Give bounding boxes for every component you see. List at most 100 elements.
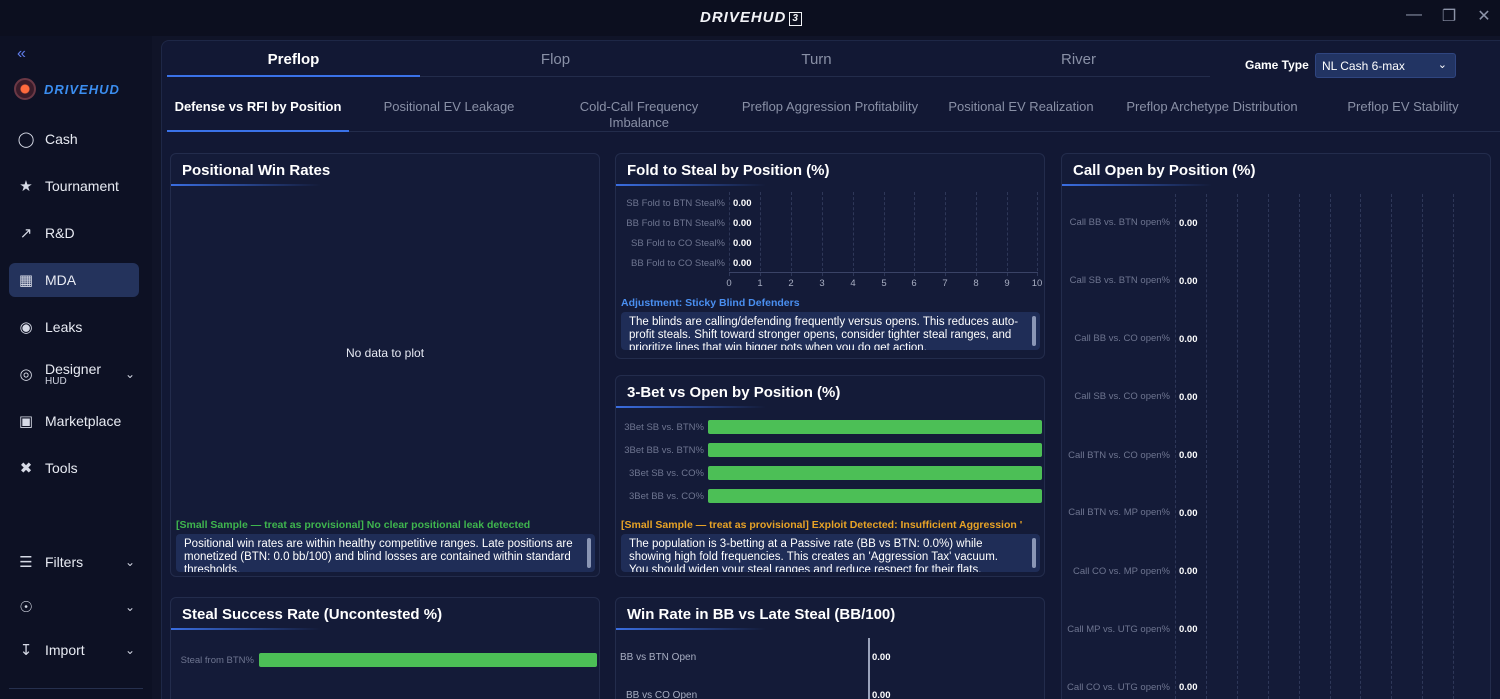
panel-fold-to-steal: Fold to Steal by Position (%) SB Fold to… (615, 153, 1045, 359)
grid-line (760, 192, 761, 276)
axis-tick: 9 (1004, 278, 1010, 289)
scrollbar[interactable] (1032, 316, 1036, 346)
sidebar-item-label: Designer HUD (45, 361, 102, 387)
grid-line (1391, 194, 1392, 699)
sidebar-item-tournament[interactable]: ★ Tournament (9, 169, 139, 203)
panel-title: Fold to Steal by Position (%) (627, 162, 830, 179)
grid-line (1037, 192, 1038, 276)
grid-line (914, 192, 915, 276)
sidebar: « DRIVEHUD ◯ Cash ★ Tournament ↗ R&D ▦ M… (0, 36, 152, 699)
title-underline (616, 184, 766, 186)
grid-line (1330, 194, 1331, 699)
tab-turn[interactable]: Turn (690, 47, 943, 77)
chevron-down-icon[interactable]: ⌄ (125, 555, 135, 569)
axis-tick: 0 (726, 278, 732, 289)
grid-line (976, 192, 977, 276)
restore-icon[interactable]: ❐ (1437, 6, 1461, 26)
tab-flop[interactable]: Flop (429, 47, 682, 77)
axis-tick: 10 (1031, 278, 1043, 289)
sidebar-item-rnd[interactable]: ↗ R&D (9, 216, 139, 250)
sidebar-item-mda[interactable]: ▦ MDA (9, 263, 139, 297)
panel-call-open: Call Open by Position (%) Call BB vs. BT… (1061, 153, 1491, 699)
axis-tick: 8 (973, 278, 979, 289)
collapse-sidebar-icon[interactable]: « (17, 45, 26, 63)
scrollbar[interactable] (587, 538, 591, 568)
sidebar-item-label: Cash (45, 131, 78, 147)
scrollbar[interactable] (1032, 538, 1036, 568)
subtab-positional-ev-realization[interactable]: Positional EV Realization (930, 99, 1112, 115)
row-label: BB vs BTN Open (620, 652, 697, 663)
row-label: BB Fold to CO Steal% (631, 258, 725, 269)
row-value: 0.00 (1179, 218, 1198, 229)
grid-line (1360, 194, 1361, 699)
grid-line (1453, 194, 1454, 699)
sidebar-divider (9, 688, 143, 689)
user-icon: ☉ (19, 599, 33, 616)
grid-line (884, 192, 885, 276)
tab-river[interactable]: River (952, 47, 1205, 77)
title-underline (1062, 184, 1212, 186)
cash-icon: ◯ (17, 131, 35, 148)
insight-text-box[interactable]: The blinds are calling/defending frequen… (621, 312, 1040, 350)
row-value: 0.00 (1179, 450, 1198, 461)
chevron-down-icon: ⌄ (1437, 59, 1447, 71)
sidebar-item-account[interactable]: ☉ ⌄ (9, 590, 139, 624)
row-label: Call CO vs. MP open% (1073, 566, 1170, 577)
axis-tick: 2 (788, 278, 794, 289)
subtab-preflop-aggression[interactable]: Preflop Aggression Profitability (739, 99, 921, 115)
sidebar-item-label: Import (45, 642, 85, 658)
sidebar-item-label: Leaks (45, 319, 83, 335)
row-value: 0.00 (872, 652, 891, 663)
grid-line (1422, 194, 1423, 699)
main-content: Preflop Flop Turn River Game Type NL Cas… (161, 40, 1500, 699)
panel-title: Win Rate in BB vs Late Steal (BB/100) (627, 606, 896, 623)
zero-line (868, 638, 870, 699)
row-label: Steal from BTN% (180, 655, 254, 666)
insight-text-box[interactable]: Positional win rates are within healthy … (176, 534, 595, 572)
insight-text: The blinds are calling/defending frequen… (629, 316, 1019, 350)
row-label: 3Bet SB vs. CO% (629, 468, 704, 479)
filter-icon: ☰ (19, 554, 33, 571)
row-label: Call CO vs. UTG open% (1067, 682, 1170, 693)
sidebar-item-marketplace[interactable]: ▣ Marketplace (9, 404, 139, 438)
close-icon[interactable]: ✕ (1472, 6, 1496, 26)
subtab-preflop-ev-stability[interactable]: Preflop EV Stability (1312, 99, 1494, 115)
row-value: 0.00 (1179, 624, 1198, 635)
panel-3bet-vs-open: 3-Bet vs Open by Position (%) 3Bet SB vs… (615, 375, 1045, 577)
sidebar-item-filters[interactable]: ☰ Filters ⌄ (9, 545, 139, 579)
insight-text-box[interactable]: The population is 3-betting at a Passive… (621, 534, 1040, 572)
logo-mark-icon (14, 78, 36, 100)
panel-title: Call Open by Position (%) (1073, 162, 1256, 179)
insight-note: Adjustment: Sticky Blind Defenders (621, 297, 800, 309)
trophy-icon: ★ (19, 178, 33, 195)
game-type-select[interactable]: NL Cash 6-max ⌄ (1315, 53, 1456, 78)
axis-tick: 3 (819, 278, 825, 289)
subtab-positional-ev-leakage[interactable]: Positional EV Leakage (358, 99, 540, 115)
row-value: 0.00 (872, 690, 891, 699)
sidebar-item-import[interactable]: ↧ Import ⌄ (9, 633, 139, 667)
sidebar-item-leaks[interactable]: ◉ Leaks (9, 310, 139, 344)
subtab-defense-vs-rfi[interactable]: Defense vs RFI by Position (167, 99, 349, 132)
insight-text: Positional win rates are within healthy … (184, 538, 573, 572)
title-underline (171, 184, 321, 186)
sidebar-item-designer-hud[interactable]: ◎ Designer HUD ⌄ (9, 357, 139, 391)
row-label: Call BTN vs. CO open% (1068, 450, 1170, 461)
minimize-icon[interactable]: — (1402, 6, 1426, 24)
sidebar-item-label: Tournament (45, 178, 119, 194)
tab-preflop[interactable]: Preflop (167, 47, 420, 77)
brand-badge: 3 (789, 12, 802, 26)
sidebar-item-sublabel: HUD (45, 376, 67, 387)
row-value: 0.00 (1179, 508, 1198, 519)
import-icon: ↧ (19, 642, 33, 659)
chevron-down-icon[interactable]: ⌄ (125, 600, 135, 614)
sidebar-item-tools[interactable]: ✖ Tools (9, 451, 139, 485)
chevron-down-icon[interactable]: ⌄ (125, 643, 135, 657)
sidebar-item-label: Filters (45, 554, 84, 570)
subtab-cold-call-imbalance[interactable]: Cold-Call Frequency Imbalance (548, 99, 730, 131)
subtab-preflop-archetype[interactable]: Preflop Archetype Distribution (1121, 99, 1303, 115)
sidebar-item-cash[interactable]: ◯ Cash (9, 122, 139, 156)
chevron-down-icon[interactable]: ⌄ (125, 367, 135, 381)
grid-line (1007, 192, 1008, 276)
bar (259, 653, 597, 667)
title-underline (616, 406, 766, 408)
